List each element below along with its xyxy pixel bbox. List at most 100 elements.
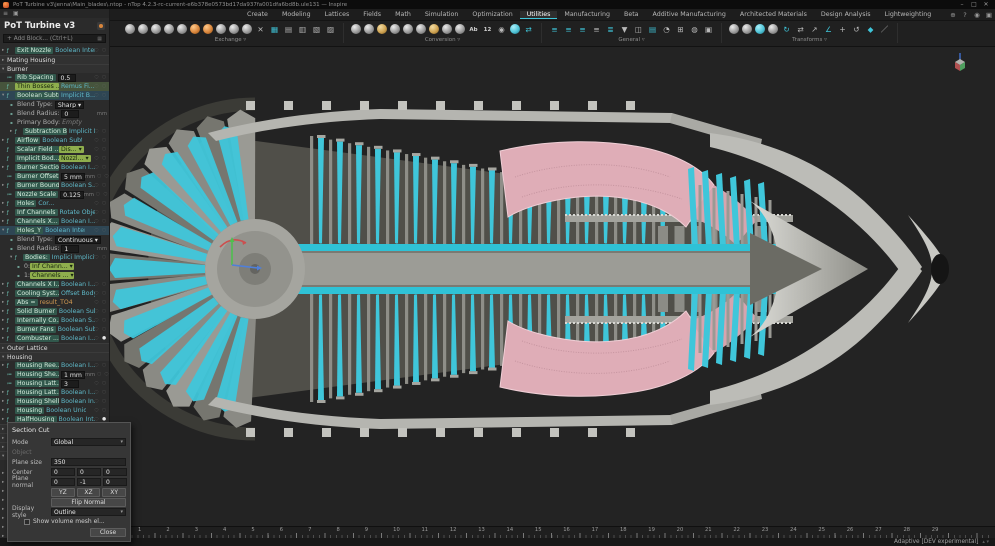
- property-name-chip[interactable]: Housing She...: [15, 371, 59, 378]
- menu-item-design-analysis[interactable]: Design Analysis: [814, 11, 878, 18]
- tree-row[interactable]: ▾ƒBodies:Implicit B...Implicit B...◌ ◌: [0, 253, 109, 262]
- tree-row[interactable]: ▪1:Channels ... ▾: [0, 271, 109, 280]
- transforms-tool-icon-9[interactable]: +: [836, 23, 849, 36]
- kv-dropdown[interactable]: Continuous ▾: [55, 236, 101, 244]
- exchange-tool-icon-13[interactable]: ▤: [282, 23, 295, 36]
- conversion-tool-icon-13[interactable]: [510, 24, 520, 34]
- item-value-dropdown[interactable]: Channels ... ▾: [30, 272, 74, 279]
- property-name-chip[interactable]: Rib Spacing: [15, 74, 56, 81]
- visibility-eye-icon[interactable]: ◌ ◌: [95, 129, 107, 134]
- general-tool-icon-11[interactable]: ◍: [688, 23, 701, 36]
- visibility-eye-icon[interactable]: ◌ ◌: [95, 75, 107, 80]
- sub-block-chip[interactable]: Subtraction B...: [23, 128, 67, 135]
- block-value-dropdown[interactable]: Dis... ▾: [59, 146, 84, 153]
- item-value-dropdown[interactable]: Inf Chann... ▾: [30, 263, 74, 270]
- block-name-chip[interactable]: Inf Channels: [15, 209, 58, 216]
- menu-item-lightweighting[interactable]: Lightweighting: [878, 11, 939, 18]
- visibility-eye-icon[interactable]: ◌ ◌: [95, 93, 107, 98]
- transforms-tool-icon-5[interactable]: ↻: [780, 23, 793, 36]
- tree-row[interactable]: ▸ƒExit NozzleBoolean Inter...◌ ◌: [0, 46, 109, 55]
- tree-section-row[interactable]: ▾Housing: [0, 352, 109, 361]
- tree-row[interactable]: ▪Blend Type:Sharp ▾: [0, 100, 109, 109]
- tree-row[interactable]: ≔Housing She...1 mmmm◌ ◌: [0, 370, 109, 379]
- menu-item-architected-materials[interactable]: Architected Materials: [733, 11, 814, 18]
- tree-row[interactable]: ▸ƒChannels X I...Boolean I...◌ ◌: [0, 280, 109, 289]
- toolbar-group-label[interactable]: General ▿: [618, 37, 644, 43]
- conversion-tool-icon-10[interactable]: Ab: [467, 23, 480, 36]
- transforms-tool-icon-8[interactable]: ∠: [822, 23, 835, 36]
- plane-size-input[interactable]: 350: [51, 458, 126, 466]
- general-tool-icon-6[interactable]: ▼: [618, 23, 631, 36]
- general-tool-icon-4[interactable]: ≡: [590, 23, 603, 36]
- visibility-eye-icon[interactable]: ◌ ◌: [95, 399, 107, 404]
- tree-row[interactable]: ▸ƒSolid BurnerBoolean Sub...◌ ◌: [0, 307, 109, 316]
- block-name-chip[interactable]: Abs =: [15, 299, 38, 306]
- plane-xy-button[interactable]: XY: [102, 488, 126, 497]
- center-y-input[interactable]: 0: [77, 468, 101, 476]
- exchange-tool-icon-2[interactable]: [138, 24, 148, 34]
- exchange-tool-icon-4[interactable]: [164, 24, 174, 34]
- transforms-tool-icon-7[interactable]: ↗: [808, 23, 821, 36]
- conversion-tool-icon-5[interactable]: [403, 24, 413, 34]
- tree-row[interactable]: ▪Blend Type:Continuous ▾: [0, 235, 109, 244]
- block-name-chip[interactable]: Solid Burner: [15, 308, 57, 315]
- tree-row[interactable]: ƒScalar Field ...Dis... ▾◌ ◌: [0, 145, 109, 154]
- tree-row[interactable]: ▪Blend Radius:1mm: [0, 244, 109, 253]
- conversion-tool-icon-14[interactable]: ⇄: [522, 23, 535, 36]
- visibility-eye-icon[interactable]: ◌ ◌: [95, 309, 107, 314]
- maximize-button[interactable]: □: [968, 1, 980, 8]
- property-value-input[interactable]: 3: [61, 380, 79, 388]
- tree-row[interactable]: ▾ƒBoolean SubtractImplicit B...◌ ◌: [0, 91, 109, 100]
- viewport-3d[interactable]: 1234567891011121314151617181920212223242…: [110, 47, 995, 538]
- visibility-eye-icon[interactable]: ◌ ●: [95, 336, 107, 341]
- block-name-chip[interactable]: Burner Section: [15, 164, 59, 171]
- visibility-eye-icon[interactable]: ◌ ◌: [95, 156, 107, 161]
- tree-row[interactable]: ▸ƒHousing ShellBoolean In...◌ ◌: [0, 397, 109, 406]
- normal-y-input[interactable]: -1: [77, 478, 101, 486]
- visibility-eye-icon[interactable]: ◌ ◌: [95, 138, 107, 143]
- menu-item-math[interactable]: Math: [388, 11, 418, 18]
- tree-row[interactable]: ▸ƒHousing Ree...Boolean I...◌ ◌: [0, 361, 109, 370]
- tree-section-row[interactable]: ▸Mating Housing: [0, 55, 109, 64]
- property-value-input[interactable]: 0.125: [60, 191, 84, 199]
- panel-menu-icon[interactable]: ≡: [3, 10, 8, 17]
- visibility-eye-icon[interactable]: ◌ ◌: [95, 291, 107, 296]
- transforms-tool-icon-10[interactable]: ↺: [850, 23, 863, 36]
- tree-row[interactable]: ▸ƒChannels X...Boolean I...◌ ◌: [0, 217, 109, 226]
- toolbar-group-label[interactable]: Exchange ▿: [215, 37, 246, 43]
- block-name-chip[interactable]: Combuster ...: [15, 335, 59, 342]
- visibility-eye-icon[interactable]: ◌ ◌: [97, 174, 109, 179]
- exchange-tool-icon-14[interactable]: ▥: [296, 23, 309, 36]
- conversion-tool-icon-6[interactable]: [416, 24, 426, 34]
- block-value-dropdown[interactable]: Nozzl... ▾: [59, 155, 91, 162]
- exchange-tool-icon-11[interactable]: ✕: [254, 23, 267, 36]
- menu-item-lattices[interactable]: Lattices: [318, 11, 357, 18]
- visibility-eye-icon[interactable]: ◌ ◌: [95, 327, 107, 332]
- visibility-eye-icon[interactable]: ◌ ◌: [95, 300, 107, 305]
- add-block-input[interactable]: + Add Block... (Ctrl+L) ▦: [3, 34, 106, 43]
- property-name-chip[interactable]: Nozzle Scale: [15, 191, 58, 198]
- exchange-tool-icon-15[interactable]: ▧: [310, 23, 323, 36]
- layout-icon[interactable]: ▣: [983, 11, 995, 19]
- conversion-tool-icon-3[interactable]: [377, 24, 387, 34]
- tree-row[interactable]: ≔Burner Offset5 mmmm◌ ◌: [0, 172, 109, 181]
- exchange-tool-icon-5[interactable]: [177, 24, 187, 34]
- tree-row[interactable]: ▸ƒAbs =result_TO4◌ ◌: [0, 298, 109, 307]
- menu-item-simulation[interactable]: Simulation: [418, 11, 466, 18]
- visibility-eye-icon[interactable]: ◌ ◌: [97, 372, 109, 377]
- property-value-input[interactable]: 5 mm: [61, 173, 85, 181]
- exchange-tool-icon-3[interactable]: [151, 24, 161, 34]
- tree-row[interactable]: ▸ƒInf ChannelsRotate Object◌ ◌: [0, 208, 109, 217]
- tree-section-row[interactable]: ▾Burner: [0, 64, 109, 73]
- transforms-tool-icon-1[interactable]: [729, 24, 739, 34]
- normal-x-input[interactable]: 0: [51, 478, 75, 486]
- visibility-eye-icon[interactable]: ◌ ◌: [95, 282, 107, 287]
- close-section-cut-button[interactable]: Close: [90, 528, 126, 537]
- tree-row[interactable]: ▸ƒBurner FansBoolean Sub...◌ ◌: [0, 325, 109, 334]
- kv-input[interactable]: 1: [61, 245, 79, 253]
- menu-item-fields[interactable]: Fields: [356, 11, 388, 18]
- visibility-eye-icon[interactable]: ◌ ◌: [95, 201, 107, 206]
- general-tool-icon-3[interactable]: ≡: [576, 23, 589, 36]
- kv-input[interactable]: 0: [61, 110, 79, 118]
- visibility-eye-icon[interactable]: ◌ ◌: [95, 219, 107, 224]
